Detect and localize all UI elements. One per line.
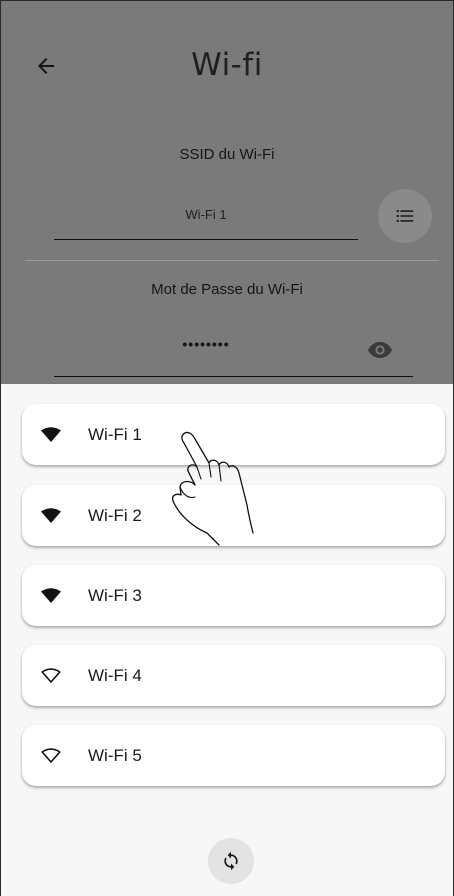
page-title: Wi-fi [191,47,263,83]
network-item-wifi-3[interactable]: Wi-Fi 3 [22,565,445,626]
section-divider [25,260,439,261]
wifi-config-panel: Wi-fi SSID du Wi-Fi Wi-Fi 1 Mot de Passe… [1,1,453,384]
network-list-button[interactable] [378,189,432,243]
network-item-wifi-2[interactable]: Wi-Fi 2 [22,485,445,546]
ssid-input[interactable]: Wi-Fi 1 [54,207,358,222]
password-label: Mot de Passe du Wi-Fi [151,281,303,298]
refresh-button[interactable] [208,838,254,884]
wifi-signal-empty-icon [40,745,62,767]
wifi-signal-full-icon [40,505,62,527]
app-screen: Wi-fi SSID du Wi-Fi Wi-Fi 1 Mot de Passe… [0,0,454,896]
toggle-password-visibility-button[interactable] [367,340,393,360]
password-input[interactable]: •••••••• [54,336,358,352]
wifi-signal-full-icon [40,585,62,607]
ssid-underline [54,239,358,240]
wifi-signal-empty-icon [40,665,62,687]
network-item-wifi-1[interactable]: Wi-Fi 1 [22,404,445,465]
list-icon [396,210,414,222]
network-name: Wi-Fi 3 [88,585,142,605]
network-name: Wi-Fi 1 [88,424,142,444]
network-name: Wi-Fi 5 [88,745,142,765]
wifi-signal-full-icon [40,424,62,446]
network-name: Wi-Fi 4 [88,665,142,685]
refresh-icon [224,851,238,871]
network-list-sheet: Wi-Fi 1 Wi-Fi 2 Wi-Fi 3 Wi-Fi 4 Wi-Fi 5 [1,384,453,896]
password-underline [54,376,413,377]
ssid-label: SSID du Wi-Fi [179,146,275,163]
network-name: Wi-Fi 2 [88,505,142,525]
eye-icon [368,342,392,358]
network-item-wifi-4[interactable]: Wi-Fi 4 [22,645,445,706]
network-item-wifi-5[interactable]: Wi-Fi 5 [22,725,445,786]
